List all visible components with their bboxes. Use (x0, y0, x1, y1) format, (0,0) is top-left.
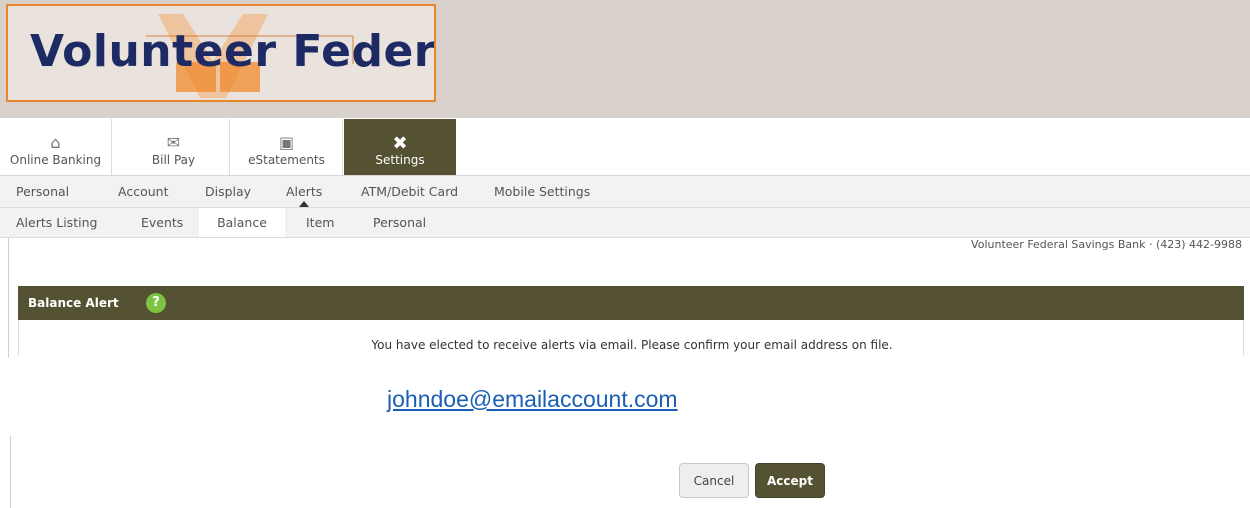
email-address-link[interactable]: johndoe@emailaccount.com (387, 386, 678, 413)
help-icon[interactable]: ? (146, 293, 166, 313)
settings-nav-mobile-settings[interactable]: Mobile Settings (494, 176, 590, 207)
alerts-nav-listing[interactable]: Alerts Listing (16, 208, 97, 237)
bank-logo[interactable]: Volunteer Federal (6, 4, 436, 102)
tab-settings[interactable]: ✖ Settings (344, 119, 456, 175)
email-confirmation-message: You have elected to receive alerts via e… (371, 338, 893, 352)
tab-bill-pay[interactable]: ✉ Bill Pay (118, 119, 230, 175)
tab-online-banking[interactable]: ⌂ Online Banking (0, 119, 112, 175)
left-border-lower (10, 436, 11, 508)
settings-nav-display[interactable]: Display (205, 176, 251, 207)
tab-estatements-label: eStatements (248, 153, 325, 167)
active-caret-icon (299, 201, 310, 207)
settings-subnav: Personal Account Display Alerts ATM/Debi… (0, 176, 1250, 208)
bank-contact-info: Volunteer Federal Savings Bank · (423) 4… (971, 238, 1242, 251)
balance-alert-body: You have elected to receive alerts via e… (18, 320, 1244, 356)
settings-nav-personal[interactable]: Personal (16, 176, 69, 207)
tab-bill-pay-label: Bill Pay (151, 153, 196, 167)
alerts-nav-item[interactable]: Item (306, 208, 334, 237)
tab-online-banking-label: Online Banking (9, 153, 102, 167)
alerts-nav-personal[interactable]: Personal (373, 208, 426, 237)
tools-icon: ✖ (392, 133, 408, 154)
main-tab-bar: ⌂ Online Banking ✉ Bill Pay ▣ eStatement… (0, 119, 1250, 176)
bill-pay-icon: ✉ (166, 133, 181, 152)
tab-settings-label: Settings (375, 153, 425, 167)
panel-title: Balance Alert (28, 296, 119, 310)
logo-text: Volunteer Federal (30, 26, 436, 77)
header-band: Volunteer Federal (0, 0, 1250, 118)
settings-nav-account[interactable]: Account (118, 176, 168, 207)
alerts-subnav: Alerts Listing Events Balance Item Perso… (0, 208, 1250, 238)
balance-alert-header: Balance Alert ? (18, 286, 1244, 320)
alerts-nav-events[interactable]: Events (141, 208, 183, 237)
tab-estatements[interactable]: ▣ eStatements (231, 119, 343, 175)
home-icon: ⌂ (50, 133, 61, 152)
cancel-button[interactable]: Cancel (679, 463, 749, 498)
left-border (8, 238, 9, 358)
accept-button[interactable]: Accept (755, 463, 825, 498)
settings-nav-alerts[interactable]: Alerts (286, 176, 322, 207)
settings-nav-alerts-label: Alerts (286, 184, 323, 199)
settings-nav-atm-debit-card[interactable]: ATM/Debit Card (361, 176, 458, 207)
briefcase-icon: ▣ (278, 133, 295, 152)
alerts-nav-balance[interactable]: Balance (199, 208, 285, 237)
